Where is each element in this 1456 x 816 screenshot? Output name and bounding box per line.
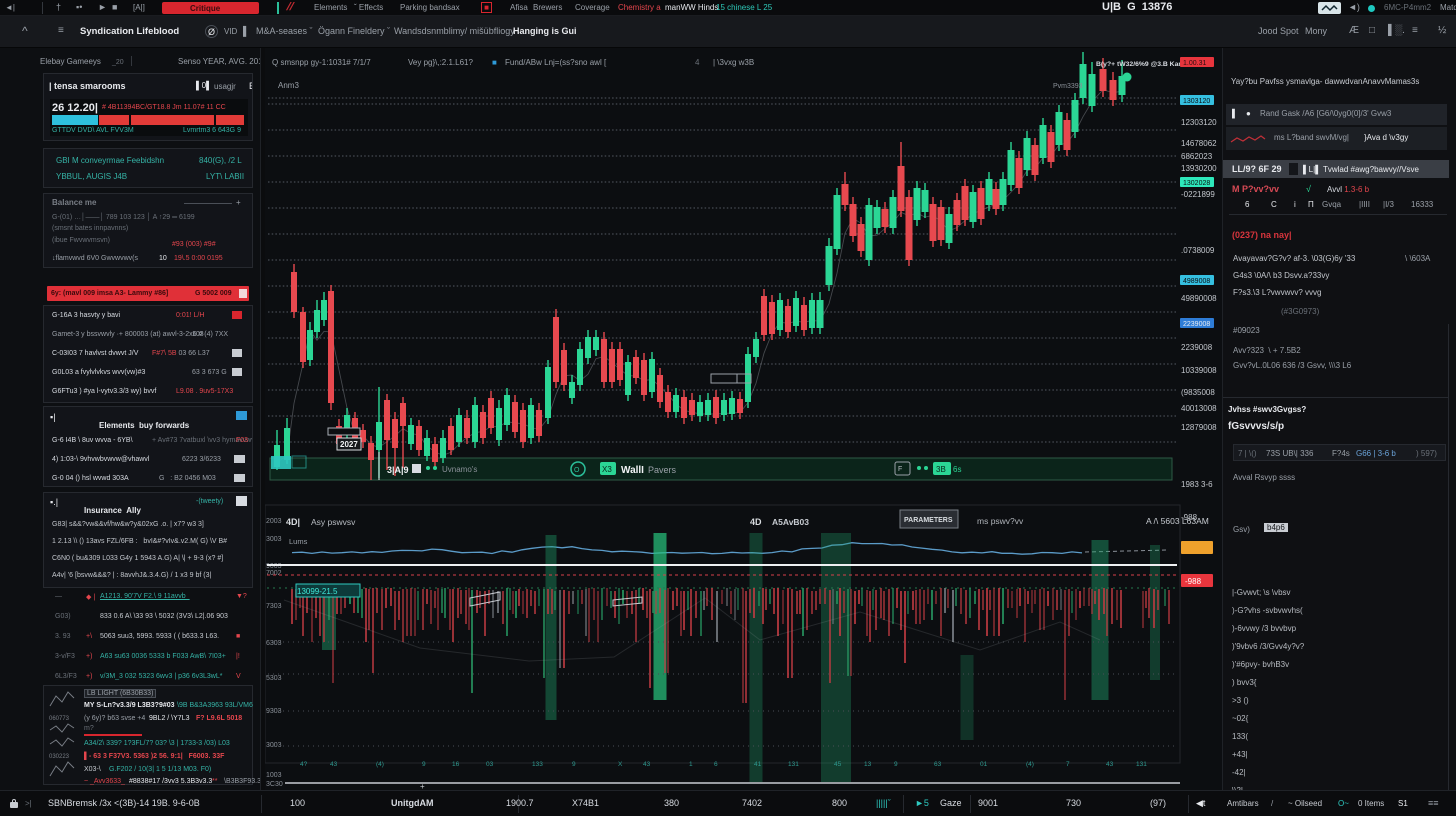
svg-text:131: 131 bbox=[1136, 761, 1147, 768]
svg-text:2027: 2027 bbox=[340, 440, 358, 449]
svg-text:ms pswv?vv: ms pswv?vv bbox=[977, 516, 1024, 526]
svg-text:6303: 6303 bbox=[266, 640, 282, 647]
svg-text:PARAMETERS: PARAMETERS bbox=[904, 517, 953, 524]
svg-text:X3: X3 bbox=[602, 465, 612, 474]
svg-text:41: 41 bbox=[754, 761, 762, 768]
svg-text:4?: 4? bbox=[300, 761, 308, 768]
svg-text:7: 7 bbox=[1066, 761, 1070, 768]
svg-text:10339008: 10339008 bbox=[1181, 366, 1217, 375]
svg-text:-0221899: -0221899 bbox=[1181, 190, 1215, 199]
svg-text:2239008: 2239008 bbox=[1181, 343, 1213, 352]
svg-text:49890008: 49890008 bbox=[1181, 294, 1217, 303]
svg-text:3|A|9: 3|A|9 bbox=[387, 465, 409, 475]
svg-text:O: O bbox=[574, 467, 580, 474]
svg-text:03: 03 bbox=[486, 761, 494, 768]
svg-text:43: 43 bbox=[1106, 761, 1114, 768]
svg-text:030223: 030223 bbox=[49, 754, 70, 760]
svg-text:3C30: 3C30 bbox=[266, 781, 283, 788]
svg-text:+: + bbox=[420, 782, 425, 790]
svg-text:1: 1 bbox=[689, 761, 693, 768]
svg-text:1983 3-6: 1983 3-6 bbox=[1181, 480, 1213, 489]
svg-text:7303: 7303 bbox=[266, 603, 282, 610]
svg-text:6s: 6s bbox=[953, 465, 961, 474]
svg-text:43: 43 bbox=[330, 761, 338, 768]
svg-text:1003: 1003 bbox=[266, 772, 282, 779]
svg-text:3B: 3B bbox=[936, 465, 946, 474]
svg-text:12879008: 12879008 bbox=[1181, 423, 1217, 432]
svg-text:01: 01 bbox=[980, 761, 988, 768]
svg-text:13930200: 13930200 bbox=[1181, 164, 1217, 173]
svg-text:.0738009: .0738009 bbox=[1181, 246, 1215, 255]
svg-text:2239008: 2239008 bbox=[1183, 321, 1210, 328]
svg-text:060773: 060773 bbox=[49, 716, 70, 722]
svg-text:43: 43 bbox=[643, 761, 651, 768]
svg-text:1303120: 1303120 bbox=[1183, 98, 1210, 105]
svg-text:A /\ 5603 L63AM: A /\ 5603 L63AM bbox=[1146, 516, 1209, 526]
svg-text:-988: -988 bbox=[1185, 577, 1202, 586]
svg-text:9: 9 bbox=[422, 761, 426, 768]
svg-text:1302028: 1302028 bbox=[1183, 180, 1210, 187]
svg-text:6: 6 bbox=[714, 761, 718, 768]
svg-text:63: 63 bbox=[934, 761, 942, 768]
svg-text:4989008: 4989008 bbox=[1183, 278, 1210, 285]
svg-text:(9835008: (9835008 bbox=[1181, 388, 1215, 397]
svg-text:F: F bbox=[898, 466, 902, 473]
svg-text:4D|: 4D| bbox=[286, 517, 300, 527]
svg-text:Uvnamo's: Uvnamo's bbox=[442, 465, 477, 474]
svg-text:Asy pswvsv: Asy pswvsv bbox=[311, 517, 356, 527]
svg-text:4D: 4D bbox=[750, 517, 762, 527]
svg-text:5303: 5303 bbox=[266, 675, 282, 682]
svg-text:Pavers: Pavers bbox=[648, 465, 677, 475]
svg-text:X: X bbox=[618, 761, 623, 768]
svg-text:7002: 7002 bbox=[266, 570, 282, 577]
svg-text:133: 133 bbox=[532, 761, 543, 768]
svg-text:(4): (4) bbox=[1026, 761, 1034, 768]
svg-text:3003: 3003 bbox=[266, 536, 282, 543]
svg-text:WallI: WallI bbox=[621, 465, 644, 476]
svg-text:45: 45 bbox=[834, 761, 842, 768]
svg-text:9: 9 bbox=[894, 761, 898, 768]
svg-text:2003: 2003 bbox=[266, 518, 282, 525]
svg-text:16: 16 bbox=[452, 761, 460, 768]
svg-text:Pvm3393: Pvm3393 bbox=[1053, 83, 1083, 90]
svg-text:12303120: 12303120 bbox=[1181, 118, 1217, 127]
svg-text:131: 131 bbox=[788, 761, 799, 768]
svg-text:13: 13 bbox=[864, 761, 872, 768]
svg-text:Lums: Lums bbox=[289, 537, 308, 546]
svg-text:40013008: 40013008 bbox=[1181, 404, 1217, 413]
svg-text:9: 9 bbox=[572, 761, 576, 768]
svg-text:13099-21.5: 13099-21.5 bbox=[297, 587, 338, 596]
svg-text:6862023: 6862023 bbox=[1181, 152, 1213, 161]
svg-text:1.00.31: 1.00.31 bbox=[1183, 60, 1206, 67]
svg-text:A5AvB03: A5AvB03 bbox=[772, 517, 809, 527]
svg-text:14678062: 14678062 bbox=[1181, 139, 1217, 148]
svg-text:B(y?+ tW32/6%9 @3.B Kam3: B(y?+ tW32/6%9 @3.B Kam3 bbox=[1096, 61, 1188, 68]
svg-text:(4): (4) bbox=[376, 761, 384, 768]
